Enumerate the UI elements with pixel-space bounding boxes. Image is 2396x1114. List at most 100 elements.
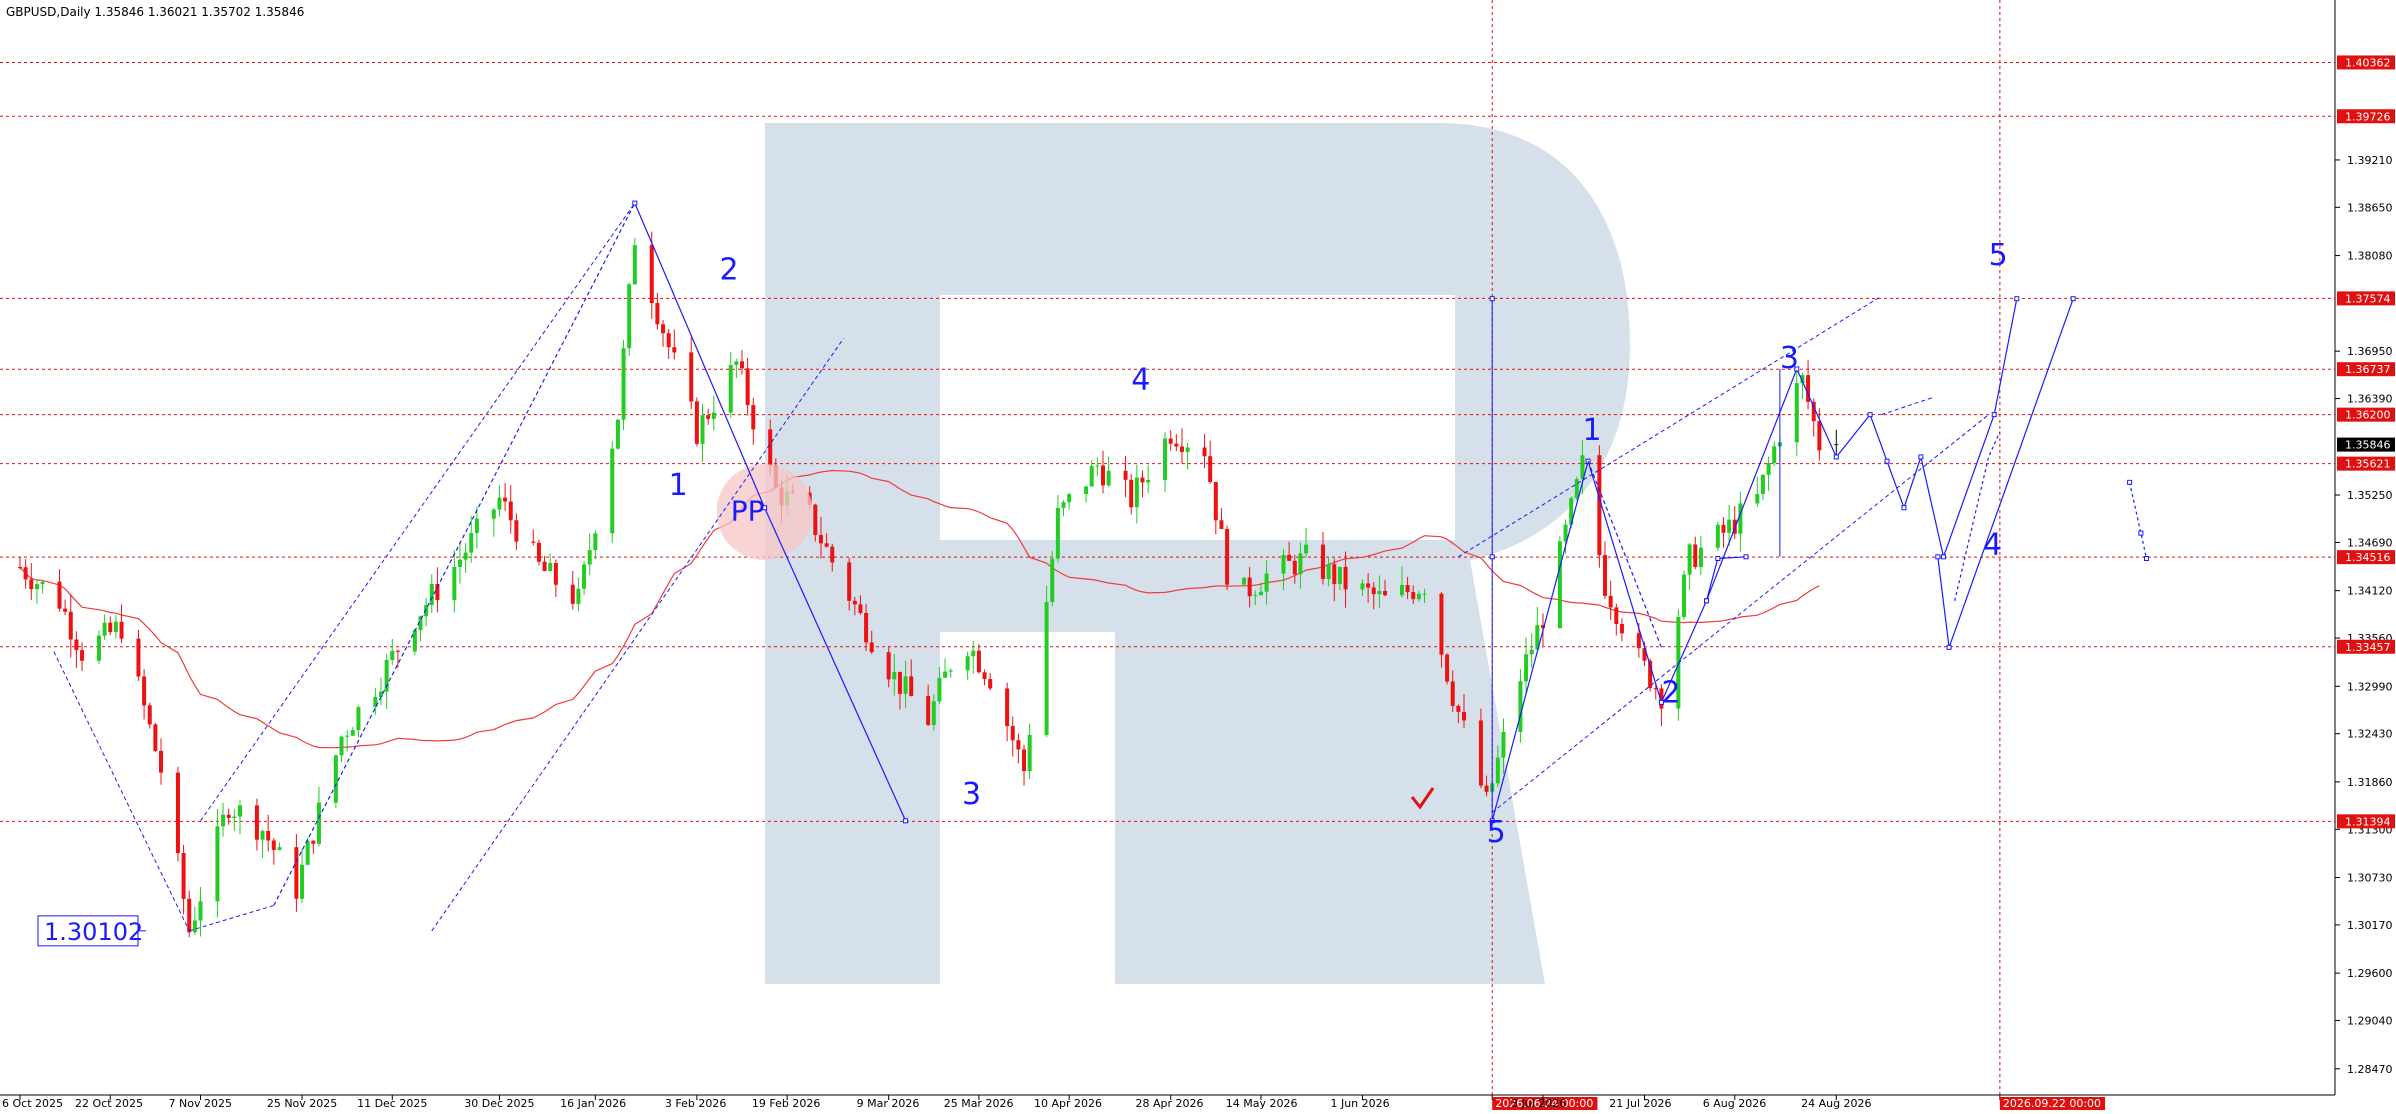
candle-body bbox=[266, 831, 271, 841]
candle-body bbox=[700, 415, 705, 444]
candle-body bbox=[1225, 528, 1230, 585]
chart-root[interactable]: 1.39210 1.38650 1.38080 1.36950 1.36390 1.352… bbox=[0, 0, 2396, 1110]
price-tick-label: 1.36950 bbox=[2347, 345, 2393, 358]
candle-body bbox=[1022, 749, 1027, 772]
wave-node bbox=[1940, 554, 1946, 560]
candle-body bbox=[1050, 558, 1055, 602]
candle-body bbox=[316, 802, 321, 844]
price-level-label: 1.34516 bbox=[2345, 551, 2391, 564]
candle-body bbox=[1450, 681, 1455, 706]
price-tick-label: 1.30730 bbox=[2347, 872, 2393, 885]
candle-body bbox=[1106, 470, 1111, 486]
candle-body bbox=[1084, 486, 1089, 495]
candle-body bbox=[1687, 544, 1692, 575]
candle-body bbox=[672, 347, 677, 353]
candle-body bbox=[666, 333, 671, 348]
candle-body bbox=[661, 324, 666, 334]
candle-body bbox=[80, 650, 85, 661]
candle-body bbox=[1343, 566, 1348, 590]
candle-body bbox=[976, 650, 981, 673]
wave-node bbox=[2127, 479, 2133, 485]
wave-count-label: 2 bbox=[1661, 675, 1680, 710]
candle-body bbox=[198, 901, 203, 921]
candle-body bbox=[1163, 438, 1168, 481]
candle-body bbox=[1529, 649, 1534, 655]
price-tick-label: 1.38650 bbox=[2347, 201, 2393, 214]
wave-node bbox=[1946, 644, 1952, 650]
candle-body bbox=[931, 701, 936, 725]
wave-node bbox=[2070, 296, 2076, 302]
price-level-label: 1.39726 bbox=[2345, 110, 2391, 123]
candle-body bbox=[254, 805, 259, 840]
candle-body bbox=[655, 302, 660, 325]
wave-node bbox=[1715, 556, 1721, 562]
candle-body bbox=[858, 604, 863, 613]
candle-body bbox=[300, 864, 305, 899]
candle-body bbox=[570, 584, 575, 604]
candle-body bbox=[1055, 507, 1060, 559]
candle-body bbox=[768, 429, 773, 466]
candle-body bbox=[1721, 524, 1726, 533]
wave-node bbox=[1935, 554, 1941, 560]
candle-body bbox=[1146, 480, 1151, 483]
candle-body bbox=[751, 405, 756, 430]
candle-body bbox=[221, 814, 226, 827]
candle-body bbox=[1411, 592, 1416, 600]
candle-body bbox=[1005, 688, 1010, 727]
candle-body bbox=[948, 670, 953, 672]
candle-body bbox=[1168, 438, 1173, 444]
candle-body bbox=[305, 840, 310, 865]
candle-body bbox=[113, 621, 118, 633]
candle-body bbox=[395, 650, 400, 652]
candle-body bbox=[943, 671, 948, 678]
wave-node bbox=[1743, 554, 1749, 560]
candle-body bbox=[553, 563, 558, 585]
wave-node bbox=[1833, 454, 1839, 460]
candle-body bbox=[847, 562, 852, 601]
candle-body bbox=[965, 656, 970, 671]
candle-body bbox=[536, 542, 541, 562]
candle-body bbox=[102, 622, 107, 636]
price-tick-label: 1.32990 bbox=[2347, 680, 2393, 693]
gbpusd-daily-chart[interactable]: 1.39210 1.38650 1.38080 1.36950 1.36390 1.352… bbox=[0, 0, 2396, 1110]
candle-body bbox=[1213, 482, 1218, 521]
candle-body bbox=[1247, 577, 1252, 597]
candle-body bbox=[1202, 447, 1207, 457]
candle-body bbox=[153, 724, 158, 751]
price-tick-label: 1.29040 bbox=[2347, 1015, 2393, 1028]
candle-body bbox=[1253, 595, 1258, 597]
candle-body bbox=[1698, 547, 1703, 568]
candle-body bbox=[1287, 554, 1292, 561]
candle-body bbox=[1608, 595, 1613, 608]
candle-body bbox=[412, 630, 417, 652]
candle-body bbox=[1614, 607, 1619, 624]
candle-body bbox=[1366, 583, 1371, 588]
candle-body bbox=[57, 581, 62, 609]
candle-body bbox=[350, 730, 355, 736]
candle-body bbox=[1557, 541, 1562, 629]
candle-body bbox=[1016, 740, 1021, 750]
candle-body bbox=[621, 348, 626, 420]
wave-count-label: 5 bbox=[1487, 815, 1506, 850]
candle-body bbox=[1603, 555, 1608, 596]
date-tick-label: 2026.09.22 00:00 bbox=[2003, 1097, 2101, 1110]
candle-body bbox=[548, 563, 553, 571]
price-level-label: 1.33457 bbox=[2345, 641, 2391, 654]
candle-body bbox=[356, 707, 361, 731]
candle-body bbox=[457, 559, 462, 567]
price-level-label: 1.36737 bbox=[2345, 363, 2391, 376]
candle-body bbox=[1422, 593, 1427, 595]
candle-body bbox=[582, 564, 587, 589]
candle-body bbox=[1399, 585, 1404, 596]
candle-body bbox=[745, 368, 750, 406]
candle-body bbox=[237, 805, 242, 817]
candle-body bbox=[1456, 705, 1461, 712]
current-candle-body bbox=[1834, 444, 1839, 446]
candle-body bbox=[1129, 479, 1134, 508]
candle-body bbox=[864, 612, 869, 643]
candle-body bbox=[1140, 477, 1145, 483]
wave-node bbox=[2144, 556, 2150, 562]
candle-body bbox=[1337, 566, 1342, 585]
candle-body bbox=[503, 497, 508, 502]
wave-count-label: 4 bbox=[1983, 527, 2002, 562]
